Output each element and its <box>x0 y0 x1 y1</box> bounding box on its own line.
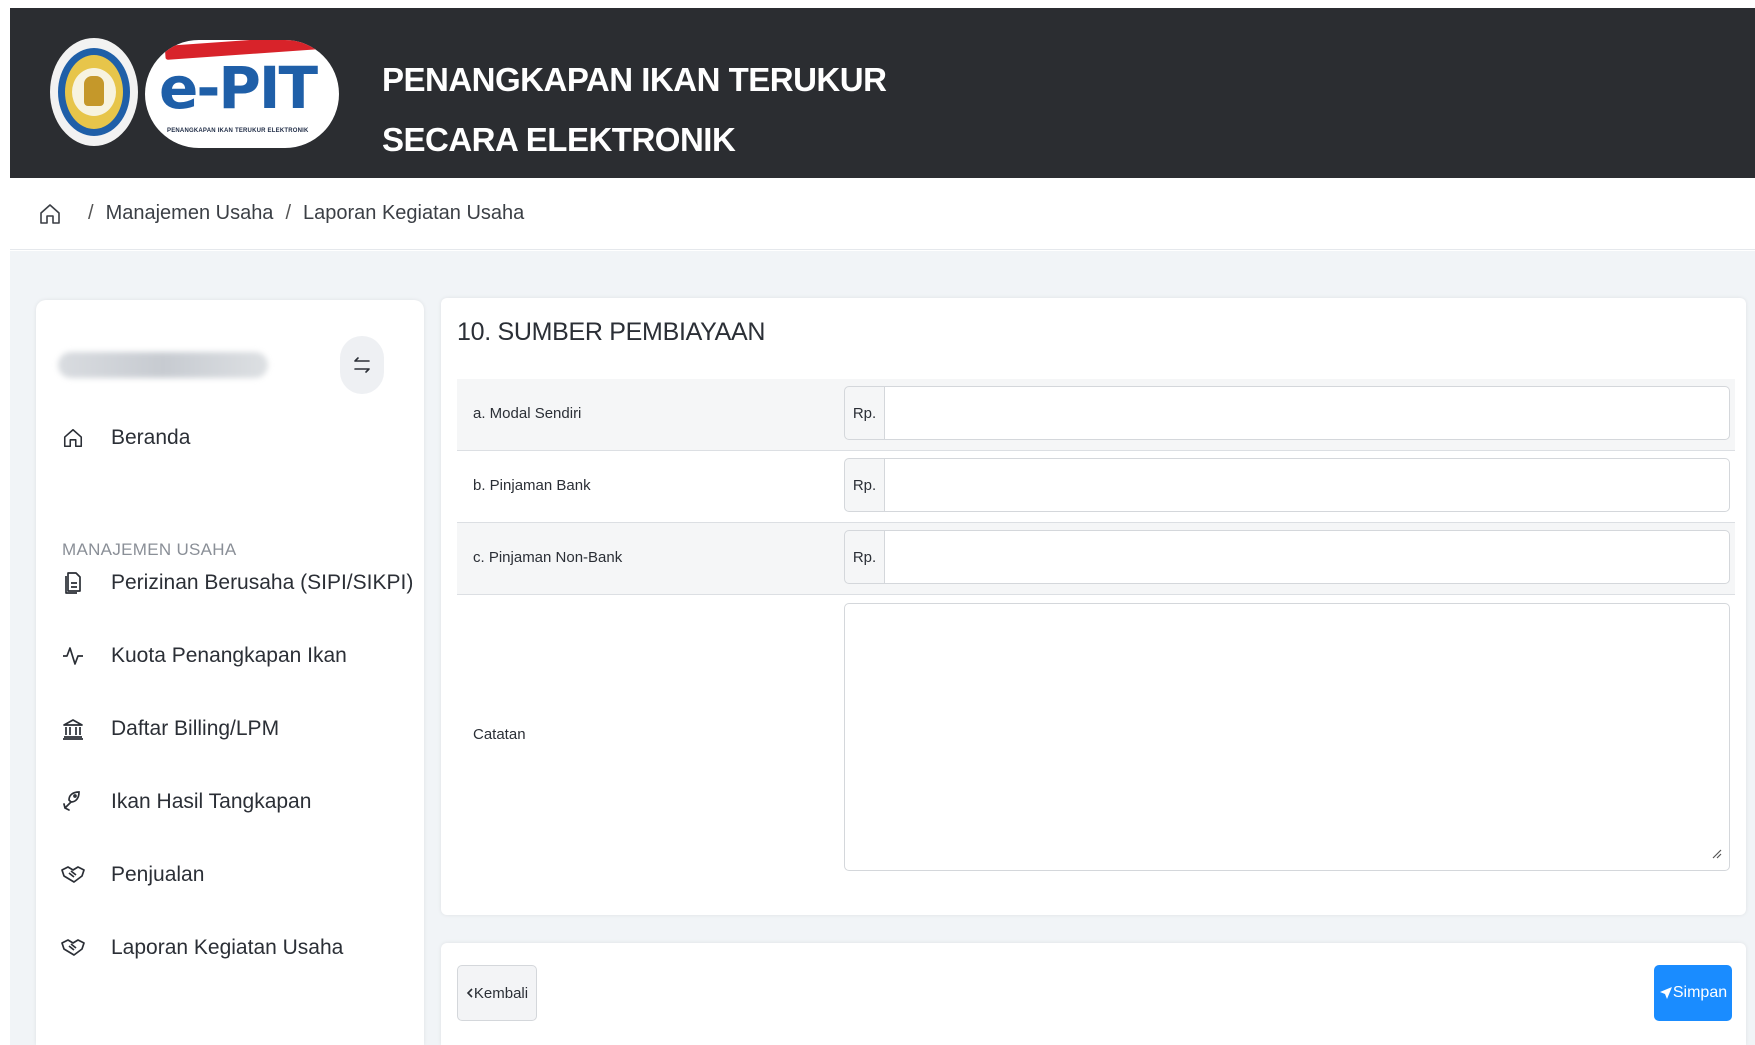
sidebar-item-billing[interactable]: Daftar Billing/LPM <box>60 709 279 749</box>
handshake-icon <box>60 935 86 961</box>
breadcrumb-separator: / <box>88 202 94 224</box>
sidebar-item-label: Daftar Billing/LPM <box>111 717 280 740</box>
breadcrumb-manajemen-usaha[interactable]: Manajemen Usaha <box>106 202 274 225</box>
currency-prefix: Rp. <box>844 458 885 512</box>
home-icon[interactable] <box>38 202 62 226</box>
bank-icon <box>60 716 86 742</box>
breadcrumb-separator: / <box>285 202 291 224</box>
field-label: b. Pinjaman Bank <box>473 477 591 494</box>
chevron-left-icon <box>466 988 473 998</box>
breadcrumb: / Manajemen Usaha / Laporan Kegiatan Usa… <box>10 178 1755 250</box>
back-button-label: Kembali <box>473 984 529 1002</box>
page: e-PIT PENANGKAPAN IKAN TERUKUR ELEKTRONI… <box>0 0 1755 1045</box>
currency-input-group: Rp. <box>844 386 1730 440</box>
sidebar-item-label: Ikan Hasil Tangkapan <box>111 790 312 813</box>
sidebar-item-penjualan[interactable]: Penjualan <box>60 855 204 895</box>
modal-sendiri-input[interactable] <box>885 386 1730 440</box>
currency-prefix: Rp. <box>844 386 885 440</box>
user-name-blurred <box>58 352 268 378</box>
logo-subtitle: PENANGKAPAN IKAN TERUKUR ELEKTRONIK <box>167 128 309 134</box>
fish-icon <box>60 789 86 815</box>
field-label: a. Modal Sendiri <box>473 405 582 422</box>
sidebar-item-beranda[interactable]: Beranda <box>60 418 190 458</box>
currency-input-group: Rp. <box>844 530 1730 584</box>
sidebar-item-kuota[interactable]: Kuota Penangkapan Ikan <box>60 636 347 676</box>
sidebar-item-label: Perizinan Berusaha (SIPI/SIKPI) <box>111 571 414 594</box>
sidebar-item-laporan-kegiatan-usaha[interactable]: Laporan Kegiatan Usaha <box>60 928 343 968</box>
sidebar-toggle-button[interactable] <box>340 336 384 394</box>
pinjaman-bank-input[interactable] <box>885 458 1730 512</box>
sidebar-section-label: MANAJEMEN USAHA <box>62 540 237 559</box>
section-title: 10. SUMBER PEMBIAYAAN <box>457 318 766 346</box>
breadcrumb-laporan-kegiatan-usaha[interactable]: Laporan Kegiatan Usaha <box>303 202 524 225</box>
epit-logo[interactable]: e-PIT PENANGKAPAN IKAN TERUKUR ELEKTRONI… <box>145 40 339 148</box>
field-label: c. Pinjaman Non-Bank <box>473 549 623 566</box>
logo-word: e-PIT <box>159 54 318 122</box>
sidebar-item-label: Beranda <box>111 426 191 449</box>
document-icon <box>60 570 86 596</box>
pinjaman-non-bank-input[interactable] <box>885 530 1730 584</box>
app-title-line1: PENANGKAPAN IKAN TERUKUR <box>382 61 887 98</box>
app-header: e-PIT PENANGKAPAN IKAN TERUKUR ELEKTRONI… <box>10 8 1755 178</box>
sidebar-item-label: Penjualan <box>111 863 205 886</box>
form-row-pinjaman-bank: b. Pinjaman Bank Rp. <box>457 451 1735 523</box>
swap-arrows-icon <box>354 357 370 373</box>
sidebar: Beranda MANAJEMEN USAHA Perizinan Berusa… <box>36 300 424 1045</box>
form-footer: Kembali Simpan <box>441 943 1746 1045</box>
ministry-seal-logo <box>50 38 138 146</box>
resize-handle-icon[interactable] <box>1710 847 1722 859</box>
notes-label: Catatan <box>473 726 526 743</box>
back-button[interactable]: Kembali <box>457 965 537 1021</box>
save-button-label: Simpan <box>1672 984 1728 1001</box>
sidebar-item-label: Kuota Penangkapan Ikan <box>111 644 347 667</box>
currency-prefix: Rp. <box>844 530 885 584</box>
send-icon <box>1659 987 1672 999</box>
form-row-modal-sendiri: a. Modal Sendiri Rp. <box>457 379 1735 451</box>
sidebar-item-label: Laporan Kegiatan Usaha <box>111 936 344 959</box>
form-row-pinjaman-non-bank: c. Pinjaman Non-Bank Rp. <box>457 523 1735 595</box>
app-title: PENANGKAPAN IKAN TERUKUR SECARA ELEKTRON… <box>382 50 887 170</box>
save-button[interactable]: Simpan <box>1654 965 1732 1021</box>
sidebar-item-perizinan[interactable]: Perizinan Berusaha (SIPI/SIKPI) <box>60 563 413 603</box>
sidebar-item-ikan-hasil-tangkapan[interactable]: Ikan Hasil Tangkapan <box>60 782 311 822</box>
currency-input-group: Rp. <box>844 458 1730 512</box>
notes-textarea[interactable] <box>844 603 1730 871</box>
handshake-icon <box>60 862 86 888</box>
form-card: 10. SUMBER PEMBIAYAAN a. Modal Sendiri R… <box>441 298 1746 915</box>
app-title-line2: SECARA ELEKTRONIK <box>382 121 736 158</box>
activity-icon <box>60 643 86 669</box>
home-icon <box>60 425 86 451</box>
